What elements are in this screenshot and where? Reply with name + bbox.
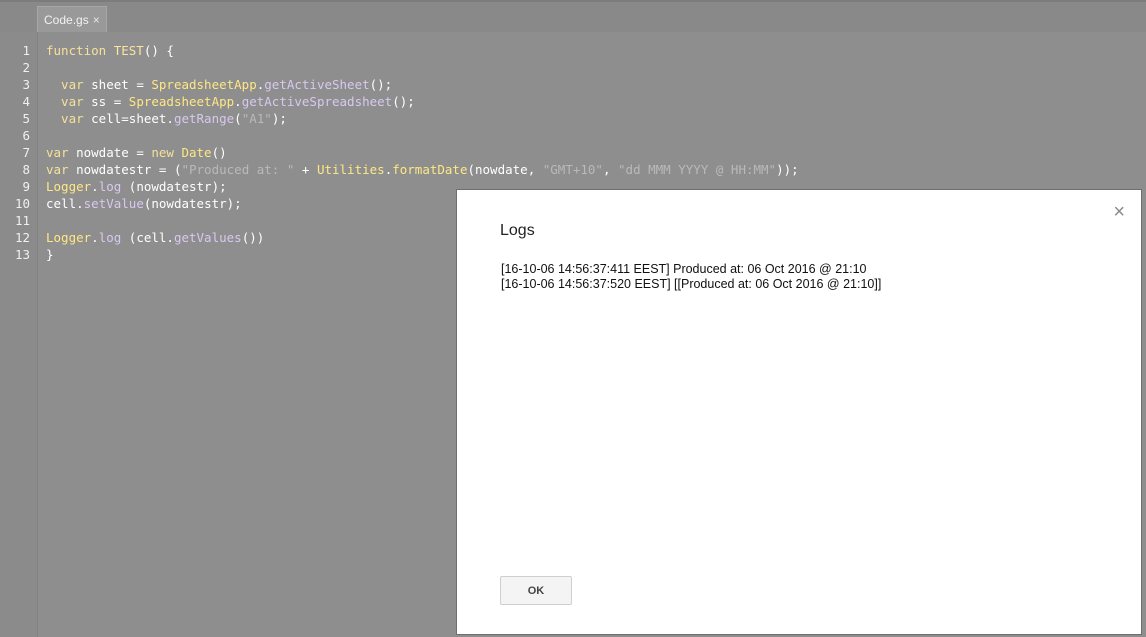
code-token: = (	[151, 162, 182, 177]
code-token: nowdatestr	[76, 162, 152, 177]
code-line[interactable]: 4 var ss = SpreadsheetApp.getActiveSprea…	[0, 93, 1146, 110]
code-token: "A1"	[241, 111, 272, 126]
line-number: 8	[22, 162, 30, 177]
code-token: var	[46, 77, 92, 92]
code-line[interactable]: 1 function TEST() {	[0, 42, 1146, 59]
code-token: () {	[143, 43, 174, 58]
code-text: Logger.log (cell.getValues())	[46, 229, 264, 246]
log-line: [16-10-06 14:56:37:411 EEST] Produced at…	[501, 262, 867, 276]
line-number: 1	[22, 43, 30, 58]
log-line: [16-10-06 14:56:37:520 EEST] [[Produced …	[501, 277, 882, 291]
code-token: =sheet.	[121, 111, 174, 126]
close-icon[interactable]: ×	[1113, 202, 1125, 222]
code-token: var	[46, 145, 77, 160]
code-token: );	[271, 111, 287, 126]
line-number: 10	[14, 196, 30, 211]
code-token: ));	[776, 162, 799, 177]
code-token: "GMT+10"	[542, 162, 603, 177]
code-text: cell.setValue(nowdatestr);	[46, 195, 242, 212]
line-number: 12	[14, 230, 30, 245]
code-token: .	[91, 179, 99, 194]
code-text: Logger.log (nowdatestr);	[46, 178, 227, 195]
code-text: var ss = SpreadsheetApp.getActiveSpreads…	[46, 93, 415, 110]
line-number: 9	[22, 179, 30, 194]
code-token: +	[294, 162, 317, 177]
code-token: Utilities	[316, 162, 385, 177]
tab-label: Code.gs	[44, 12, 89, 27]
code-token: }	[46, 247, 54, 262]
script-editor-window: Code.gs × 1 function TEST() {2 3 var sheet…	[0, 0, 1146, 637]
code-token: =	[106, 94, 129, 109]
logs-dialog: × Logs [16-10-06 14:56:37:411 EEST] Prod…	[456, 189, 1142, 635]
code-token: (	[234, 111, 242, 126]
file-tab-strip: Code.gs ×	[0, 2, 1146, 32]
code-line[interactable]: 7 var nowdate = new Date()	[0, 144, 1146, 161]
code-token: (cell.	[121, 230, 174, 245]
code-text: var nowdate = new Date()	[46, 144, 227, 161]
line-number: 2	[22, 60, 30, 75]
code-token: function	[46, 43, 114, 58]
code-text: var sheet = SpreadsheetApp.getActiveShee…	[46, 76, 392, 93]
code-token: new	[151, 145, 182, 160]
code-line[interactable]: 6	[0, 127, 1146, 144]
code-token: (nowdate,	[467, 162, 543, 177]
code-token: getActiveSheet	[264, 77, 370, 92]
code-token: (nowdatestr);	[121, 179, 227, 194]
code-token: ,	[602, 162, 619, 177]
line-number: 11	[14, 213, 30, 228]
code-token: sheet	[91, 77, 129, 92]
line-number: 3	[22, 77, 30, 92]
code-token: Date	[181, 145, 212, 160]
line-number: 7	[22, 145, 30, 160]
code-token: log	[98, 230, 122, 245]
code-token: .	[91, 230, 99, 245]
code-token: nowdate	[76, 145, 129, 160]
ok-button[interactable]: OK	[500, 576, 572, 605]
code-token: "dd MMM YYYY @ HH:MM"	[618, 162, 777, 177]
code-token: =	[128, 77, 152, 92]
code-token: getActiveSpreadsheet	[241, 94, 393, 109]
dialog-title: Logs	[500, 222, 535, 239]
line-number: 5	[22, 111, 30, 126]
code-token: Logger	[46, 230, 92, 245]
code-token: cell.	[46, 196, 84, 211]
code-token: "Produced at: "	[181, 162, 295, 177]
code-token: log	[98, 179, 122, 194]
code-line[interactable]: 2	[0, 59, 1146, 76]
code-token: formatDate	[392, 162, 468, 177]
code-token: Logger	[46, 179, 92, 194]
code-text: var nowdatestr = ("Produced at: " + Util…	[46, 161, 799, 178]
code-token: getValues	[173, 230, 242, 245]
line-number: 6	[22, 128, 30, 143]
code-token: TEST	[113, 43, 144, 58]
tab-code-gs[interactable]: Code.gs ×	[37, 6, 107, 32]
code-token: var	[46, 94, 92, 109]
code-token: setValue	[83, 196, 144, 211]
code-text: }	[46, 246, 54, 263]
code-token: SpreadsheetApp	[151, 77, 257, 92]
code-text: function TEST() {	[46, 42, 174, 59]
code-token: ())	[241, 230, 265, 245]
code-token: =	[128, 145, 152, 160]
code-token: var	[46, 162, 77, 177]
code-token: .	[234, 94, 242, 109]
code-token: ss	[91, 94, 107, 109]
code-line[interactable]: 8 var nowdatestr = ("Produced at: " + Uti…	[0, 161, 1146, 178]
line-number: 13	[14, 247, 30, 262]
log-output: [16-10-06 14:56:37:411 EEST] Produced at…	[501, 262, 881, 292]
code-line[interactable]: 3 var sheet = SpreadsheetApp.getActiveSh…	[0, 76, 1146, 93]
code-token: (nowdatestr);	[143, 196, 242, 211]
code-token: getRange	[173, 111, 235, 126]
line-number: 4	[22, 94, 30, 109]
code-token: ()	[211, 145, 227, 160]
code-text: var cell=sheet.getRange("A1");	[46, 110, 287, 127]
code-token: ();	[369, 77, 393, 92]
close-icon[interactable]: ×	[93, 13, 100, 27]
code-token: cell	[91, 111, 122, 126]
code-token: var	[46, 111, 92, 126]
code-token: ();	[392, 94, 415, 109]
code-line[interactable]: 5 var cell=sheet.getRange("A1");	[0, 110, 1146, 127]
code-token: SpreadsheetApp	[128, 94, 235, 109]
